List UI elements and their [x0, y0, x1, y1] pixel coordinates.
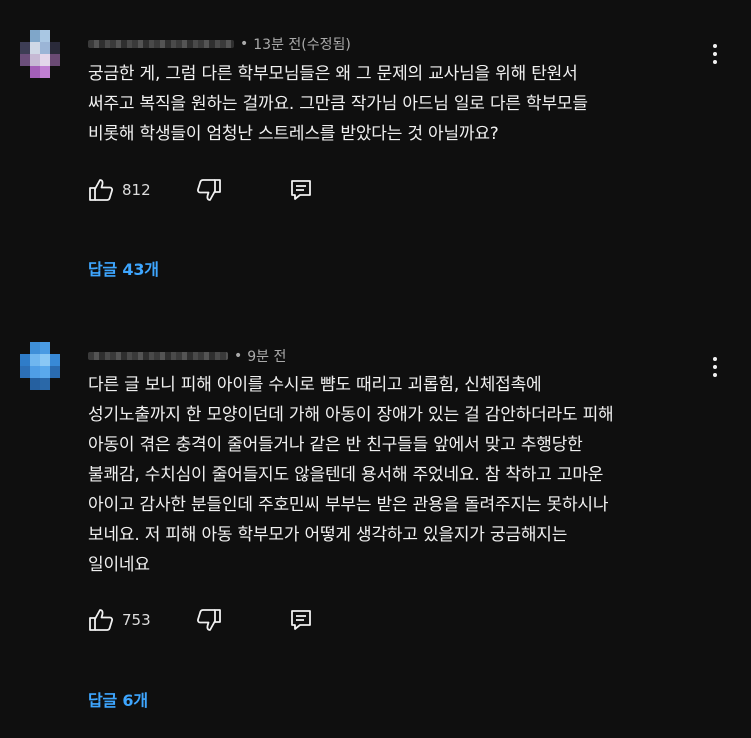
dislike-icon[interactable]: [194, 176, 224, 204]
like-count: 753: [122, 611, 151, 629]
comment-text: 다른 글 보니 피해 아이를 수시로 뺨도 때리고 괴롭힘, 신체접촉에 성기노…: [88, 375, 614, 575]
separator-dot: •: [234, 348, 243, 364]
author-name-redacted[interactable]: [88, 40, 234, 48]
comment-meta: • 13분 전(수정됨): [88, 34, 351, 54]
reply-icon[interactable]: [286, 176, 316, 204]
like-icon[interactable]: [86, 606, 116, 634]
comment-timestamp[interactable]: 9분 전: [247, 346, 286, 366]
comment-text: 궁금한 게, 그럼 다른 학부모님들은 왜 그 문제의 교사님을 위해 탄원서 …: [88, 64, 588, 144]
reply-icon[interactable]: [286, 606, 316, 634]
author-name-redacted[interactable]: [88, 352, 228, 360]
like-icon[interactable]: [86, 176, 116, 204]
avatar[interactable]: [20, 30, 60, 78]
avatar[interactable]: [20, 342, 60, 390]
comment-actions: 812: [86, 176, 316, 204]
comment-actions: 753: [86, 606, 316, 634]
replies-toggle-button[interactable]: 답글 6개: [88, 687, 148, 711]
comment-meta: • 9분 전: [88, 346, 286, 366]
comment-timestamp[interactable]: 13분 전(수정됨): [253, 34, 351, 54]
comment-item: • 13분 전(수정됨) 궁금한 게, 그럼 다른 학부모님들은 왜 그 문제의…: [0, 0, 751, 300]
replies-toggle-button[interactable]: 답글 43개: [88, 256, 159, 280]
dislike-icon[interactable]: [194, 606, 224, 634]
separator-dot: •: [240, 36, 249, 52]
like-count: 812: [122, 181, 151, 199]
comment-item: • 9분 전 다른 글 보니 피해 아이를 수시로 뺨도 때리고 괴롭힘, 신체…: [0, 320, 751, 738]
